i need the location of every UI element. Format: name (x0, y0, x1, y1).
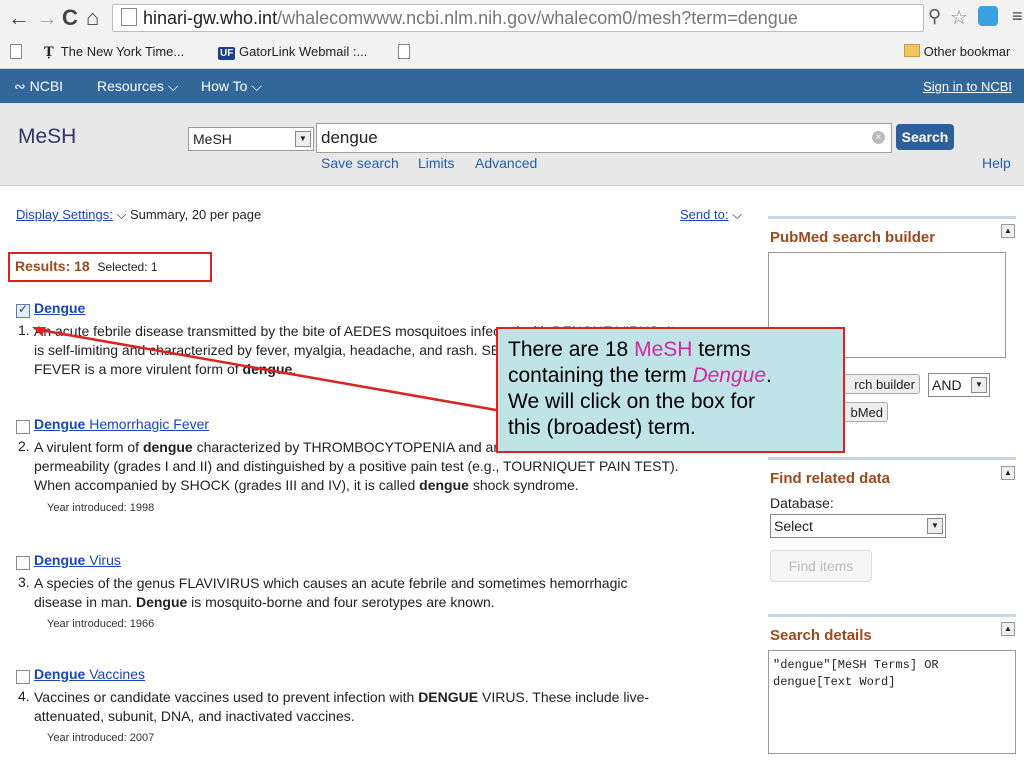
callout-box: There are 18 MeSH terms containing the t… (496, 327, 845, 453)
